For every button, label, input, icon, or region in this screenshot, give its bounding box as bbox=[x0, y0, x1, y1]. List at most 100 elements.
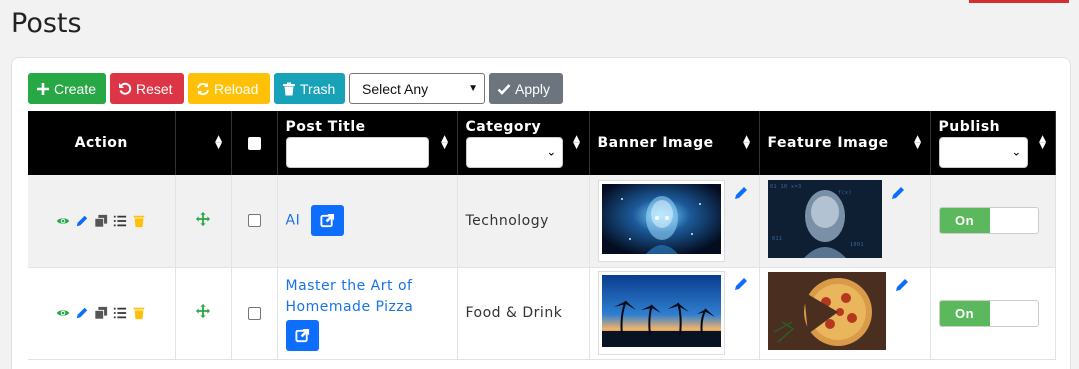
banner-image-header-label: Banner Image bbox=[597, 135, 714, 151]
check-icon bbox=[497, 83, 511, 95]
toolbar: Create Reset Reload Trash Select Any ▼ A… bbox=[28, 73, 563, 104]
trash-icon[interactable] bbox=[132, 214, 146, 228]
banner-image-cell bbox=[589, 175, 760, 268]
post-title-filter-input[interactable] bbox=[285, 136, 429, 168]
list-icon[interactable] bbox=[113, 306, 127, 320]
category-filter-select[interactable]: ⌄ bbox=[465, 136, 563, 168]
column-header-select bbox=[231, 111, 278, 175]
open-post-button[interactable] bbox=[285, 319, 319, 351]
plus-icon bbox=[37, 82, 49, 95]
feature-image: 01 10 x=3 f(x) 011 1001 bbox=[767, 179, 882, 262]
table-header-row: Action ▲ ▼ Post Title ▲ ▼ Category ⌄ ▲ ▼ Ba… bbox=[28, 111, 1056, 175]
publish-toggle-label: On bbox=[939, 208, 990, 234]
sort-icon[interactable]: ▲ ▼ bbox=[1039, 135, 1046, 151]
reload-label: Reload bbox=[214, 80, 259, 97]
eye-icon[interactable] bbox=[56, 214, 70, 228]
chevron-down-icon: ⌄ bbox=[546, 145, 557, 159]
banner-image bbox=[597, 179, 725, 262]
pencil-icon[interactable] bbox=[75, 306, 89, 320]
feature-image-cell: 01 10 x=3 f(x) 011 1001 bbox=[759, 175, 931, 268]
pencil-icon[interactable] bbox=[894, 277, 910, 293]
publish-cell: On bbox=[930, 267, 1056, 360]
category-cell: Food & Drink bbox=[457, 267, 590, 360]
row-select-cell bbox=[231, 267, 278, 360]
row-actions-cell bbox=[28, 267, 176, 360]
trash-icon bbox=[283, 82, 295, 95]
column-header-action: Action bbox=[28, 111, 176, 175]
row-select-cell bbox=[231, 175, 278, 268]
sort-icon[interactable]: ▲ ▼ bbox=[215, 135, 222, 151]
column-header-post-title: Post Title ▲ ▼ bbox=[277, 111, 458, 175]
post-title-link[interactable]: Master the Art of Homemade Pizza bbox=[286, 278, 414, 315]
posts-card: Create Reset Reload Trash Select Any ▼ A… bbox=[11, 57, 1071, 369]
move-icon[interactable] bbox=[196, 211, 210, 226]
column-header-order[interactable]: ▲ ▼ bbox=[175, 111, 232, 175]
svg-text:1001: 1001 bbox=[850, 242, 864, 248]
category-cell: Technology bbox=[457, 175, 590, 268]
create-button[interactable]: Create bbox=[28, 73, 106, 104]
bulk-action-select[interactable]: Select Any ▼ bbox=[349, 73, 485, 104]
copy-icon[interactable] bbox=[94, 306, 108, 320]
pencil-icon[interactable] bbox=[75, 214, 89, 228]
chevron-down-icon: ⌄ bbox=[1011, 145, 1022, 159]
apply-button[interactable]: Apply bbox=[489, 73, 563, 104]
post-title-header-label: Post Title bbox=[285, 118, 366, 135]
pencil-icon[interactable] bbox=[890, 185, 906, 201]
external-link-icon bbox=[294, 328, 309, 342]
sort-icon[interactable]: ▲ ▼ bbox=[441, 135, 448, 151]
chevron-down-icon: ▼ bbox=[468, 83, 478, 94]
copy-icon[interactable] bbox=[94, 214, 108, 228]
trash-icon[interactable] bbox=[132, 306, 146, 320]
svg-text:01 10 x=3: 01 10 x=3 bbox=[770, 184, 802, 190]
sort-icon[interactable]: ▲ ▼ bbox=[914, 135, 921, 151]
post-title-cell: AI bbox=[277, 175, 458, 268]
post-title-cell: Master the Art of Homemade Pizza bbox=[277, 267, 458, 360]
feature-image-cell bbox=[759, 267, 931, 360]
publish-header-label: Publish bbox=[938, 118, 1001, 135]
reset-label: Reset bbox=[136, 80, 173, 97]
column-header-feature-image: Feature Image ▲ ▼ bbox=[759, 111, 931, 175]
posts-table: Action ▲ ▼ Post Title ▲ ▼ Category ⌄ ▲ ▼ Ba… bbox=[28, 111, 1056, 360]
undo-icon bbox=[119, 82, 132, 95]
reload-button[interactable]: Reload bbox=[188, 73, 270, 104]
publish-cell: On bbox=[930, 175, 1056, 268]
pencil-icon[interactable] bbox=[733, 276, 749, 292]
list-icon[interactable] bbox=[113, 214, 127, 228]
sort-icon[interactable]: ▲ ▼ bbox=[743, 135, 750, 151]
sync-icon bbox=[197, 82, 209, 95]
row-actions-cell bbox=[28, 175, 176, 268]
sort-icon[interactable]: ▲ ▼ bbox=[573, 135, 580, 151]
pencil-icon[interactable] bbox=[733, 185, 749, 201]
page-title: Posts bbox=[11, 8, 82, 39]
publish-toggle-label: On bbox=[939, 300, 990, 326]
external-link-icon bbox=[320, 214, 335, 228]
reset-button[interactable]: Reset bbox=[110, 73, 184, 104]
reorder-cell bbox=[175, 267, 232, 360]
row-checkbox[interactable] bbox=[247, 306, 261, 320]
select-all-checkbox[interactable] bbox=[247, 136, 261, 150]
create-label: Create bbox=[54, 80, 97, 97]
trash-button[interactable]: Trash bbox=[274, 73, 345, 104]
banner-image bbox=[597, 271, 725, 355]
row-checkbox[interactable] bbox=[247, 214, 261, 228]
move-icon[interactable] bbox=[196, 304, 210, 318]
trash-label: Trash bbox=[300, 80, 336, 97]
apply-label: Apply bbox=[515, 80, 551, 97]
table-row: Master the Art of Homemade Pizza Food & … bbox=[28, 267, 1056, 360]
column-header-publish: Publish ⌄ ▲ ▼ bbox=[930, 111, 1056, 175]
banner-image-cell bbox=[589, 267, 760, 360]
publish-toggle[interactable]: On bbox=[938, 207, 1039, 235]
post-title-link[interactable]: AI bbox=[286, 213, 301, 229]
top-accent-bar bbox=[969, 0, 1069, 3]
open-post-button[interactable] bbox=[311, 205, 345, 237]
category-header-label: Category bbox=[465, 118, 542, 135]
bulk-action-value: Select Any bbox=[362, 80, 429, 97]
svg-text:011: 011 bbox=[772, 236, 783, 242]
publish-filter-select[interactable]: ⌄ bbox=[938, 136, 1028, 168]
action-header-label: Action bbox=[74, 135, 128, 151]
feature-image-header-label: Feature Image bbox=[767, 135, 889, 151]
table-row: AI Technology 01 10 x=3 f(x) 011 1001 On bbox=[28, 175, 1056, 268]
publish-toggle[interactable]: On bbox=[938, 299, 1039, 327]
eye-icon[interactable] bbox=[56, 306, 70, 320]
reorder-cell bbox=[175, 175, 232, 268]
